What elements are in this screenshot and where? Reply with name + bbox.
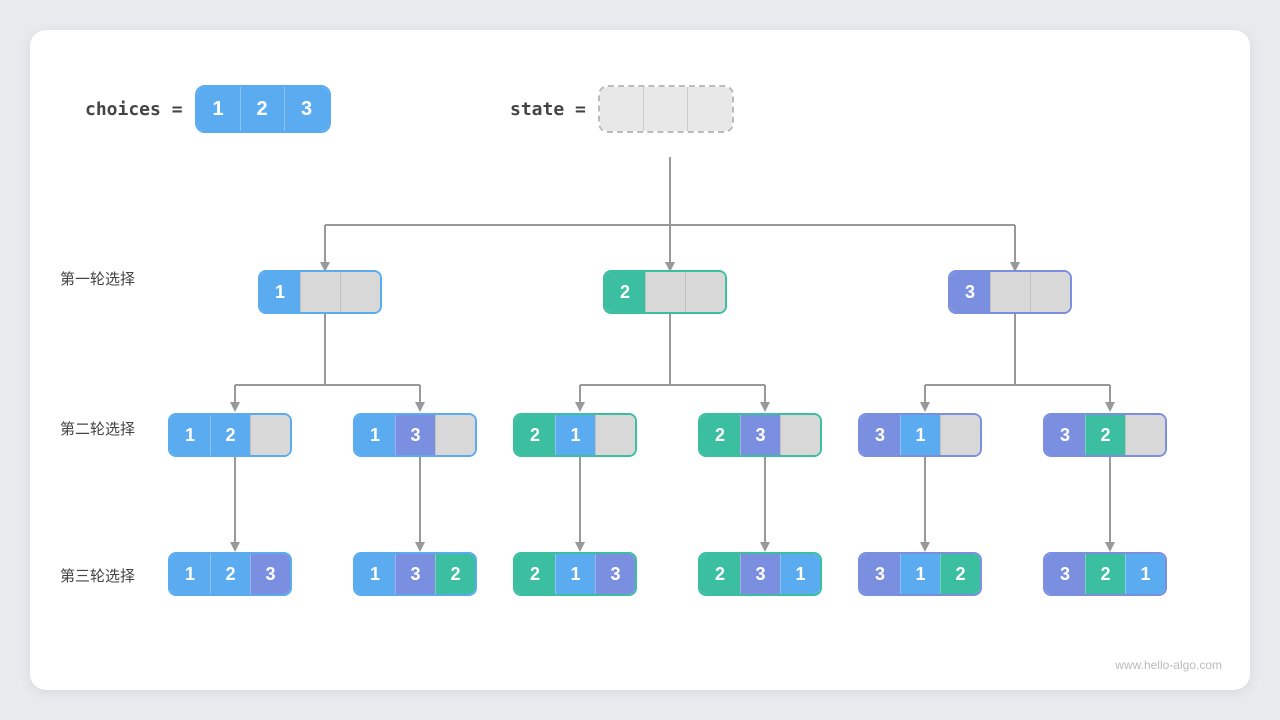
choice-2: 2 bbox=[241, 87, 285, 131]
l3-node-213: 2 1 3 bbox=[513, 552, 637, 596]
state-label: state = bbox=[510, 99, 586, 120]
l2-node-12: 1 2 bbox=[168, 413, 292, 457]
l1-node-purple: 3 bbox=[948, 270, 1072, 314]
l3-node-231: 2 3 1 bbox=[698, 552, 822, 596]
watermark: www.hello-algo.com bbox=[1115, 658, 1222, 672]
choice-1: 1 bbox=[197, 87, 241, 131]
l2-node-13: 1 3 bbox=[353, 413, 477, 457]
round1-label: 第一轮选择 bbox=[60, 268, 135, 289]
l3-node-132: 1 3 2 bbox=[353, 552, 477, 596]
l3-node-123: 1 2 3 bbox=[168, 552, 292, 596]
state-array bbox=[598, 85, 734, 133]
l2-node-31: 3 1 bbox=[858, 413, 982, 457]
l3-node-321: 3 2 1 bbox=[1043, 552, 1167, 596]
l1-node-teal: 2 bbox=[603, 270, 727, 314]
choices-array: 1 2 3 bbox=[195, 85, 331, 133]
choice-3: 3 bbox=[285, 87, 329, 131]
l3-node-312: 3 1 2 bbox=[858, 552, 982, 596]
choices-label: choices = bbox=[85, 99, 183, 120]
l1-node-blue: 1 bbox=[258, 270, 382, 314]
l2-node-23: 2 3 bbox=[698, 413, 822, 457]
round2-label: 第二轮选择 bbox=[60, 418, 135, 439]
l2-node-32: 3 2 bbox=[1043, 413, 1167, 457]
l2-node-21: 2 1 bbox=[513, 413, 637, 457]
round3-label: 第三轮选择 bbox=[60, 565, 135, 586]
main-card: choices = 1 2 3 state = 第一轮选择 第二轮选择 第三轮选… bbox=[30, 30, 1250, 690]
